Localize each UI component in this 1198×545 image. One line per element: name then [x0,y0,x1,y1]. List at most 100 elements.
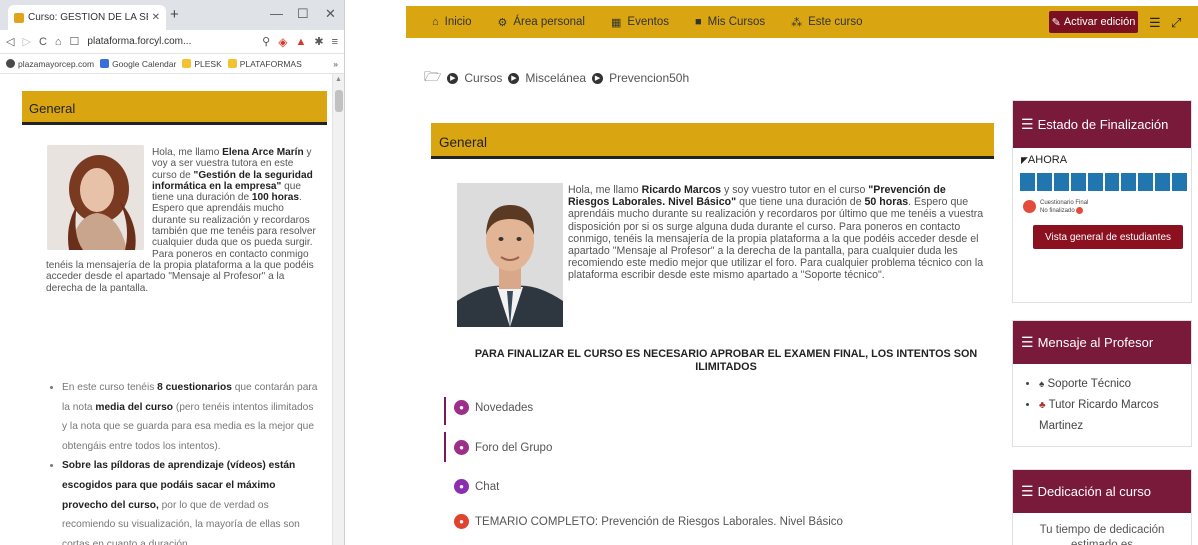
bookmark-item[interactable]: PLATAFORMAS [227,59,302,69]
nav-este-curso[interactable]: ⁂ Este curso [791,16,862,29]
calendar-icon [100,59,110,68]
chat-icon: ● [454,479,469,494]
bookmark-item[interactable]: plazamayorcep.com [6,59,94,69]
breadcrumb: 🗁 ▶ Cursos ▶ Miscelánea ▶ Prevencion50h [424,66,689,90]
activar-edicion-button[interactable]: ✎ Activar edición [1049,11,1138,33]
block-header: ☰ Dedicación al curso [1013,470,1191,513]
activity-marker [444,432,446,462]
link-soporte-tecnico[interactable]: ♠ Soporte Técnico [1039,374,1191,395]
breadcrumb-item[interactable]: Cursos [464,71,502,85]
top-navbar: ⌂ Inicio ⚙ Área personal ▦ Eventos ■ Mis Cur… [406,6,1198,38]
scrollbar[interactable]: ▲ [332,74,344,545]
new-tab-icon[interactable]: + [170,6,179,23]
user-icon: ♠ [1039,379,1045,390]
bookmark-page-icon[interactable]: ☐ [70,35,80,48]
tutor-intro-text: Hola, me llamo Elena Arce Marín y voy a … [46,147,316,294]
activity-foro-grupo[interactable]: ● Foro del Grupo [444,432,552,462]
chevron-right-icon: ▶ [508,72,520,84]
folder-open-icon: 🗁 [424,68,442,84]
back-icon[interactable]: ◁ [6,35,14,48]
url-text[interactable]: plataforma.forcyl.com... [87,36,254,47]
completion-item[interactable]: Cuestionario Final No finalizado [1023,200,1191,215]
list-item: Sobre las píldoras de aprendizaje (vídeo… [62,456,320,545]
block-dedicacion: ☰ Dedicación al curso Tu tiempo de dedica… [1012,469,1192,545]
home-icon[interactable]: ⌂ [55,36,62,48]
alert-triangle-icon[interactable]: ▲ [295,36,306,48]
browser-tab[interactable]: Curso: GESTIÓN DE LA SEGURID/ ✕ [8,5,166,30]
block-estado-finalizacion: ☰ Estado de Finalización ◤AHORA Cuestiona… [1012,100,1192,303]
vista-general-button[interactable]: Vista general de estudiantes [1033,225,1183,250]
tutor-photo [457,183,563,327]
block-mensaje-profesor: ☰Mensaje al Profesor ♠ Soporte Técnico ♣… [1012,320,1192,447]
list-icon: ☰ [1021,116,1034,132]
zoom-icon[interactable]: ⚲ [262,35,270,48]
minimize-icon[interactable]: — [270,6,283,21]
expand-icon[interactable]: ⤢ [1171,15,1181,31]
chevron-right-icon: ▶ [447,72,459,84]
menu-icon[interactable]: ≡ [332,36,338,48]
maximize-icon[interactable]: ☐ [297,6,309,22]
nav-inicio[interactable]: ⌂ Inicio [432,16,472,28]
list-icon: ☰ [1021,483,1034,499]
scroll-up-icon[interactable]: ▲ [335,76,342,83]
bookmark-item[interactable]: PLESK [182,59,222,69]
courses-icon: ■ [694,16,702,28]
folder-icon [182,59,192,68]
close-tab-icon[interactable]: ✕ [152,12,160,23]
page-content: General Hola, me llamo Elena Arce Marín … [0,74,333,545]
activity-temario[interactable]: ● TEMARIO COMPLETO: Prevención de Riesgo… [444,514,843,529]
tutor-intro-text: Hola, me llamo Ricardo Marcos y soy vues… [568,184,984,282]
activity-marker [444,397,446,425]
list-icon: ☰ [1021,334,1034,350]
pdf-icon: ● [454,514,469,529]
forum-icon: ● [454,400,469,415]
activity-chat[interactable]: ● Chat [444,479,499,494]
dedication-text: Tu tiempo de dedicación estimado es [1039,524,1165,545]
favicon-icon [14,12,24,23]
right-browser-window: ⌂ Inicio ⚙ Área personal ▦ Eventos ■ Mis Cur… [406,0,1198,545]
folder-icon [227,59,237,68]
activity-novedades[interactable]: ● Novedades [444,397,533,425]
breadcrumb-item[interactable]: Prevencion50h [609,71,689,85]
now-marker: ◤AHORA [1021,154,1068,166]
nav-area-personal[interactable]: ⚙ Área personal [498,16,585,29]
extensions-icon[interactable]: ✱ [314,35,323,48]
calendar-icon: ▦ [611,16,622,29]
tab-title: Curso: GESTIÓN DE LA SEGURID/ [28,12,148,23]
completion-progress-bar[interactable] [1020,173,1188,191]
reload-icon[interactable]: C [39,36,47,48]
edit-icon: ✎ [1051,16,1061,29]
tab-bar: Curso: GESTIÓN DE LA SEGURID/ ✕ + — ☐ ✕ [0,0,344,30]
breadcrumb-item[interactable]: Miscelánea [525,71,586,85]
block-header: ☰ Mensaje al Profesor [1013,321,1191,364]
close-window-icon[interactable]: ✕ [325,6,336,22]
section-header: General [22,91,327,125]
address-bar: ◁ ▷ C ⌂ ☐ plataforma.forcyl.com... ⚲ ◈ ▲… [0,30,344,54]
home-icon: ⌂ [432,16,439,28]
site-icon [6,59,15,68]
bookmarks-bar: plazamayorcep.com Google Calendar PLESK … [0,54,344,74]
left-browser-window: Curso: GESTIÓN DE LA SEGURID/ ✕ + — ☐ ✕ … [0,0,345,545]
bookmark-item[interactable]: Google Calendar [100,59,176,69]
arrow-icon: ◤ [1021,155,1028,165]
bookmarks-more-icon[interactable]: » [333,59,338,69]
exam-notice: PARA FINALIZAR EL CURSO ES NECESARIO APR… [474,348,978,373]
forum-icon: ● [454,440,469,455]
shield-icon[interactable]: ◈ [278,35,287,49]
nav-mis-cursos[interactable]: ■ Mis Cursos [695,16,765,28]
message-links: ♠ Soporte Técnico ♣ Tutor Ricardo Marcos… [1027,374,1191,436]
nav-eventos[interactable]: ▦ Eventos [611,16,669,29]
block-header: ☰ Estado de Finalización [1013,101,1191,148]
block-toggle-icon[interactable]: ☰ [1149,15,1161,31]
forward-icon[interactable]: ▷ [22,35,30,48]
list-item: En este curso tenéis 8 cuestionarios que… [62,378,320,456]
course-info-list: En este curso tenéis 8 cuestionarios que… [50,378,320,545]
sitemap-icon: ⁂ [791,16,803,29]
link-tutor[interactable]: ♣ Tutor Ricardo Marcos Martinez [1039,395,1191,436]
not-complete-icon [1075,207,1083,214]
dashboard-icon: ⚙ [497,16,508,29]
chevron-right-icon: ▶ [592,72,604,84]
section-header: General [431,123,994,159]
scrollbar-thumb[interactable] [335,90,343,112]
quiz-icon [1023,200,1036,213]
